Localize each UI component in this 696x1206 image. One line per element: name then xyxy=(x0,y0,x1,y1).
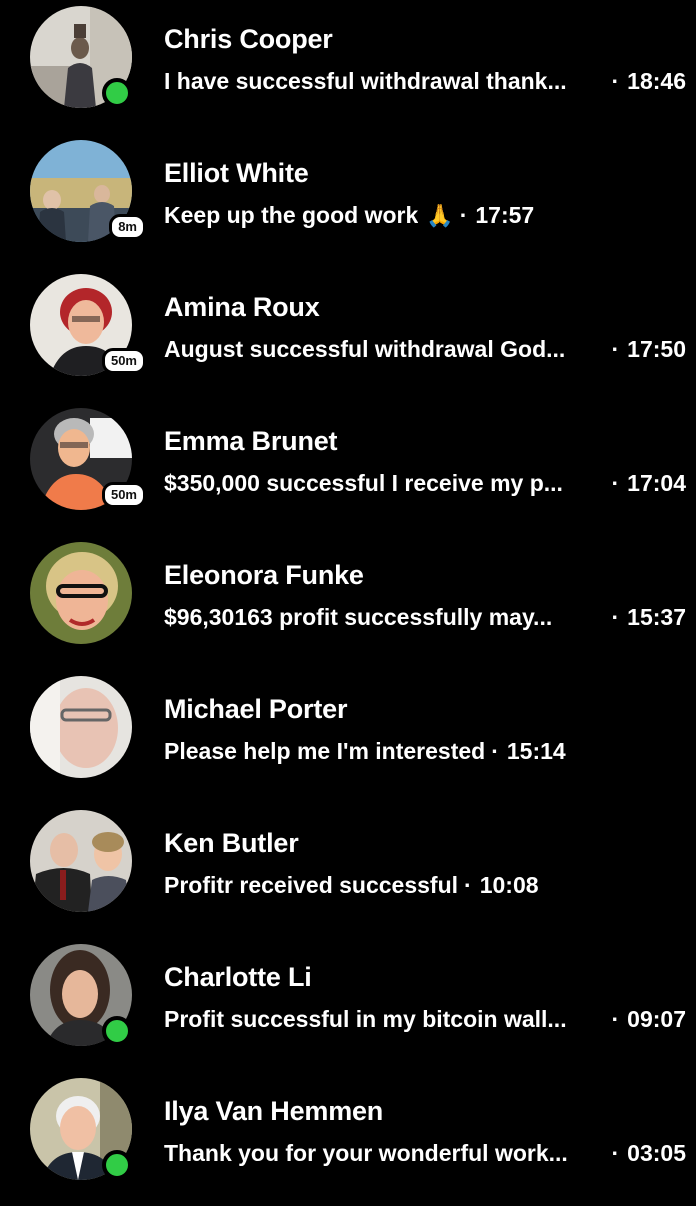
message-time: 03:05 xyxy=(627,1140,686,1166)
contact-name: Ilya Van Hemmen xyxy=(164,1096,384,1126)
separator-dot: · xyxy=(611,1140,620,1166)
avatar[interactable]: 50m xyxy=(30,274,146,376)
conversation-row-ilya-van-hemmen[interactable]: Ilya Van Hemmen Thank you for your wonde… xyxy=(0,1072,696,1206)
active-time-badge: 50m xyxy=(101,482,146,508)
separator-dot: · xyxy=(611,470,620,496)
conversation-list: Chris Cooper I have successful withdrawa… xyxy=(0,0,696,1185)
message-preview: I have successful withdrawal thank... · … xyxy=(164,68,686,95)
last-message: Thank you for your wonderful work... xyxy=(164,1140,568,1166)
conversation-row-michael-porter[interactable]: Michael Porter Please help me I'm intere… xyxy=(0,670,696,804)
contact-name: Amina Roux xyxy=(164,292,320,322)
message-preview: August successful withdrawal God... · 17… xyxy=(164,336,686,363)
avatar[interactable] xyxy=(30,944,132,1046)
avatar[interactable]: 8m xyxy=(30,140,146,242)
contact-name: Chris Cooper xyxy=(164,24,333,54)
last-message: Profit successful in my bitcoin wall... xyxy=(164,1006,567,1032)
contact-name: Charlotte Li xyxy=(164,962,312,992)
separator-dot: · xyxy=(464,872,472,898)
conversation-row-ken-butler[interactable]: Ken Butler Profitr received successful ·… xyxy=(0,804,696,938)
contact-name: Michael Porter xyxy=(164,694,348,724)
last-message: Profitr received successful xyxy=(164,872,459,898)
contact-name: Ken Butler xyxy=(164,828,299,858)
separator-dot: · xyxy=(459,202,468,228)
message-time: 15:14 xyxy=(506,738,566,764)
separator-dot: · xyxy=(611,68,620,94)
conversation-row-chris-cooper[interactable]: Chris Cooper I have successful withdrawa… xyxy=(0,0,696,134)
contact-name: Elliot White xyxy=(164,158,309,188)
avatar[interactable] xyxy=(30,676,132,778)
last-message: $96,30163 profit successfully may... xyxy=(164,604,553,630)
avatar[interactable] xyxy=(30,542,132,644)
active-time-badge: 50m xyxy=(101,348,146,374)
praying-hands-emoji: 🙏 xyxy=(426,203,454,228)
online-status-icon xyxy=(102,78,132,108)
message-time: 17:57 xyxy=(475,202,535,228)
avatar[interactable]: 50m xyxy=(30,408,146,510)
conversation-row-charlotte-li[interactable]: Charlotte Li Profit successful in my bit… xyxy=(0,938,696,1072)
active-time-badge: 8m xyxy=(109,214,146,240)
last-message: Please help me I'm interested xyxy=(164,738,486,764)
separator-dot: · xyxy=(611,1006,620,1032)
avatar[interactable] xyxy=(30,1078,132,1180)
conversation-row-elliot-white[interactable]: 8m Elliot White Keep up the good work 🙏 … xyxy=(0,134,696,268)
message-time: 17:50 xyxy=(627,336,686,362)
avatar[interactable] xyxy=(30,6,132,108)
last-message: August successful withdrawal God... xyxy=(164,336,566,362)
message-preview: Profitr received successful · 10:08 xyxy=(164,872,686,899)
message-preview: Keep up the good work 🙏 · 17:57 xyxy=(164,202,686,229)
message-time: 09:07 xyxy=(627,1006,686,1032)
online-status-icon xyxy=(102,1150,132,1180)
message-time: 10:08 xyxy=(479,872,539,898)
last-message: $350,000 successful I receive my p... xyxy=(164,470,563,496)
last-message: I have successful withdrawal thank... xyxy=(164,68,567,94)
message-preview: Please help me I'm interested · 15:14 xyxy=(164,738,686,765)
conversation-row-emma-brunet[interactable]: 50m Emma Brunet $350,000 successful I re… xyxy=(0,402,696,536)
message-time: 18:46 xyxy=(627,68,686,94)
message-preview: Thank you for your wonderful work... · 0… xyxy=(164,1140,686,1167)
online-status-icon xyxy=(102,1016,132,1046)
avatar-photo xyxy=(30,542,132,644)
avatar-photo xyxy=(30,676,132,778)
avatar-photo xyxy=(30,810,132,912)
message-time: 15:37 xyxy=(627,604,686,630)
contact-name: Eleonora Funke xyxy=(164,560,364,590)
contact-name: Emma Brunet xyxy=(164,426,338,456)
separator-dot: · xyxy=(491,738,499,764)
conversation-row-eleonora-funke[interactable]: Eleonora Funke $96,30163 profit successf… xyxy=(0,536,696,670)
message-preview: $350,000 successful I receive my p... · … xyxy=(164,470,686,497)
last-message: Keep up the good work xyxy=(164,202,419,228)
separator-dot: · xyxy=(611,336,620,362)
avatar[interactable] xyxy=(30,810,132,912)
separator-dot: · xyxy=(611,604,620,630)
conversation-row-amina-roux[interactable]: 50m Amina Roux August successful withdra… xyxy=(0,268,696,402)
message-time: 17:04 xyxy=(627,470,686,496)
message-preview: Profit successful in my bitcoin wall... … xyxy=(164,1006,686,1033)
message-preview: $96,30163 profit successfully may... · 1… xyxy=(164,604,686,631)
